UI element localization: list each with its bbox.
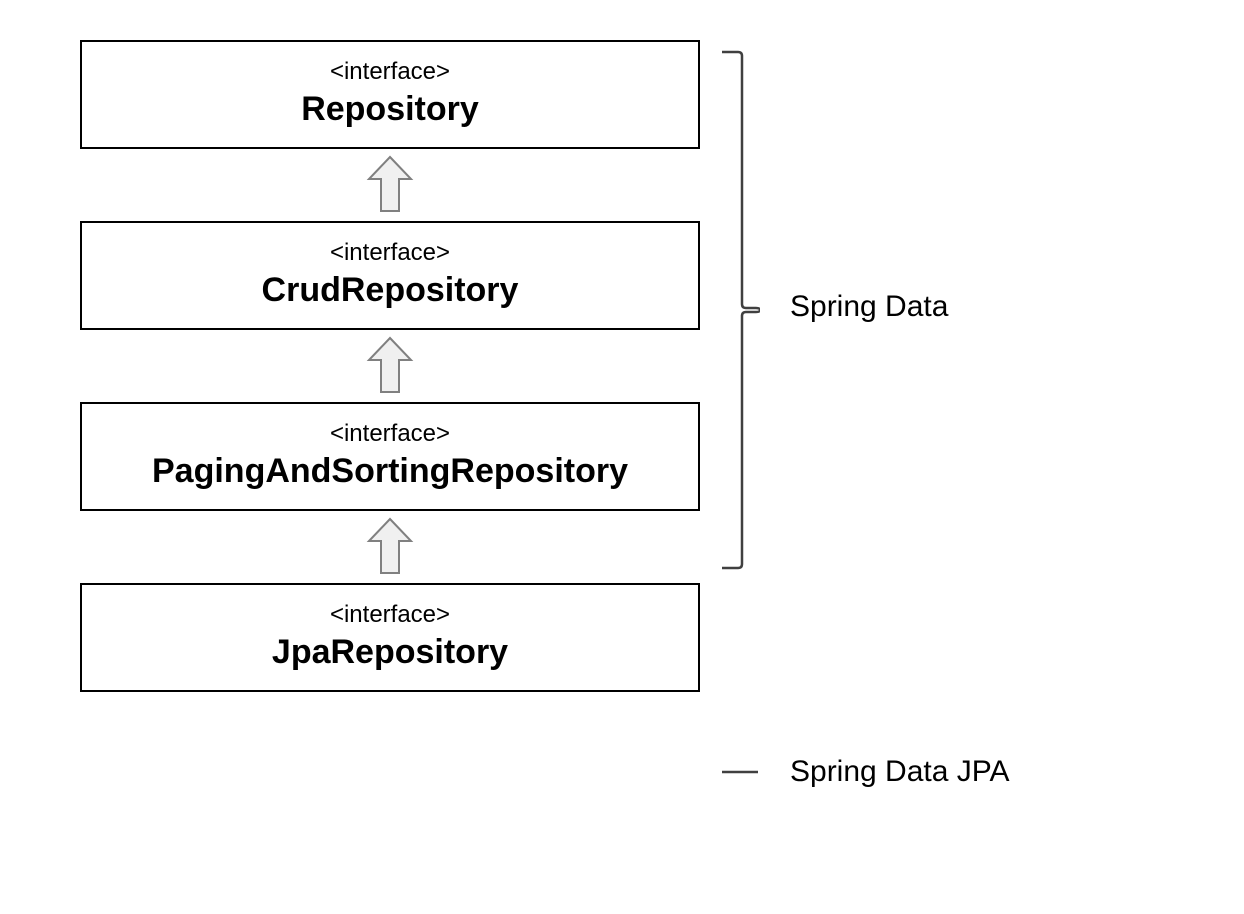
interface-box-crudrepository: <interface> CrudRepository: [80, 221, 700, 330]
hierarchy-diagram: <interface> Repository <interface> CrudR…: [80, 40, 700, 692]
interface-name: JpaRepository: [90, 633, 690, 672]
stereotype-label: <interface>: [90, 239, 690, 267]
interface-name: Repository: [90, 90, 690, 129]
stereotype-label: <interface>: [90, 601, 690, 629]
arrow-up-icon: [365, 336, 415, 396]
inheritance-arrow: [80, 511, 700, 583]
group-label-spring-data-jpa: Spring Data JPA: [790, 755, 1010, 789]
stereotype-label: <interface>: [90, 420, 690, 448]
inheritance-arrow: [80, 330, 700, 402]
interface-box-repository: <interface> Repository: [80, 40, 700, 149]
inheritance-arrow: [80, 149, 700, 221]
interface-name: PagingAndSortingRepository: [90, 452, 690, 491]
group-label-spring-data: Spring Data: [790, 290, 948, 324]
interface-box-jparepository: <interface> JpaRepository: [80, 583, 700, 692]
bracket-icon-small: [720, 770, 760, 774]
arrow-up-icon: [365, 517, 415, 577]
interface-name: CrudRepository: [90, 271, 690, 310]
interface-box-pagingandsorting: <interface> PagingAndSortingRepository: [80, 402, 700, 511]
arrow-up-icon: [365, 155, 415, 215]
bracket-icon-large: [720, 50, 760, 570]
stereotype-label: <interface>: [90, 58, 690, 86]
